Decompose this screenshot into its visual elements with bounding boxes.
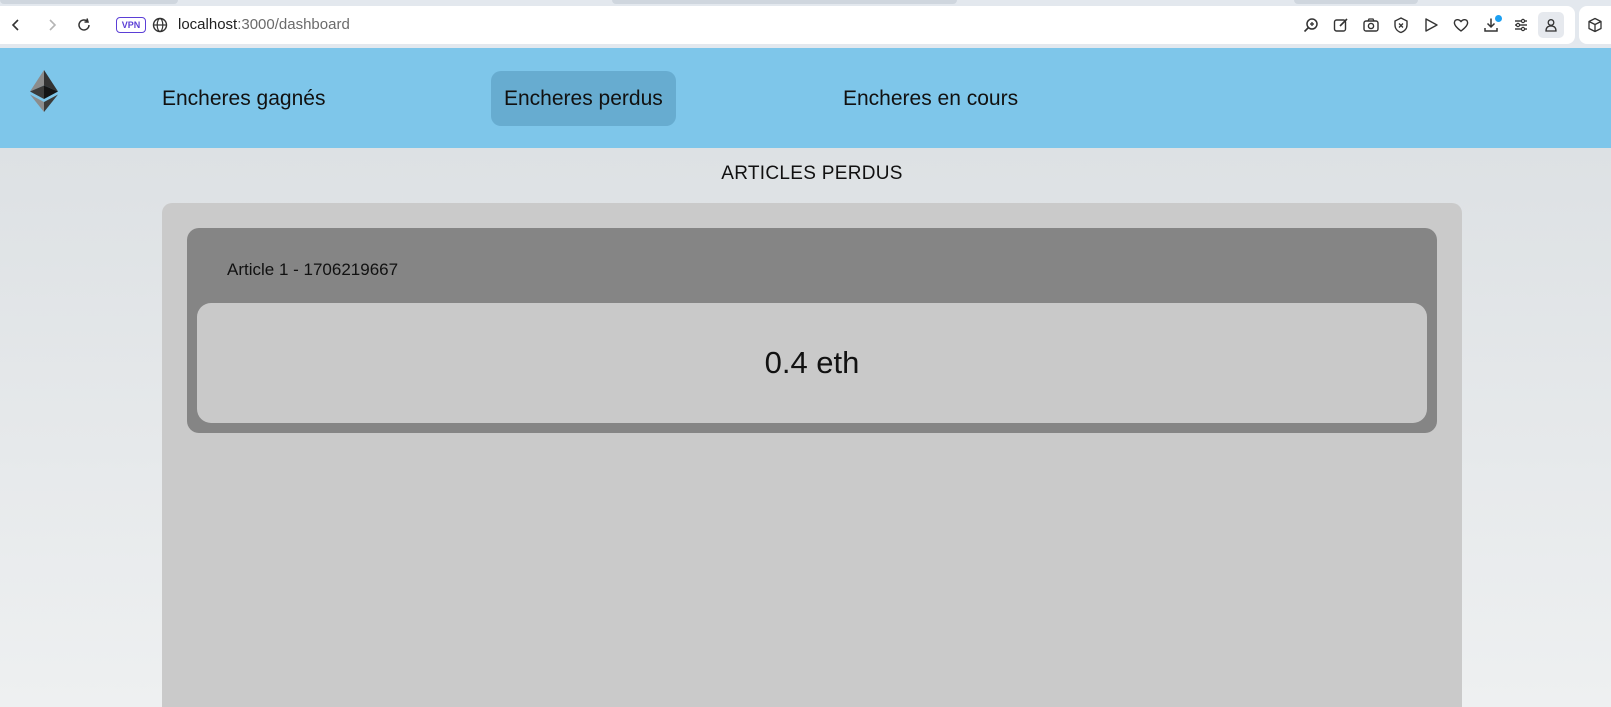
nav-link-lost-auctions[interactable]: Encheres perdus (491, 71, 676, 126)
url-host: localhost (178, 16, 238, 33)
vpn-badge[interactable]: VPN (116, 17, 146, 33)
extension-cube-icon[interactable] (1585, 15, 1605, 35)
tab-strip-hint (1294, 0, 1418, 4)
article-card[interactable]: Article 1 - 1706219667 0.4 eth (187, 228, 1437, 433)
tab-strip-hint (612, 0, 957, 4)
send-icon[interactable] (1421, 15, 1441, 35)
address-bar[interactable]: VPN localhost:3000/dashboard (0, 6, 1575, 44)
sliders-icon[interactable] (1511, 15, 1531, 35)
back-icon[interactable] (6, 15, 26, 35)
page-title: ARTICLES PERDUS (721, 163, 903, 184)
reload-icon[interactable] (74, 15, 94, 35)
edit-icon[interactable] (1331, 15, 1351, 35)
nav-link-ongoing-auctions[interactable]: Encheres en cours (830, 71, 1031, 126)
shield-x-icon[interactable] (1391, 15, 1411, 35)
url-path: :3000/dashboard (237, 16, 350, 33)
tab-strip-hint (0, 0, 178, 4)
url-text[interactable]: localhost:3000/dashboard (178, 15, 350, 35)
forward-icon[interactable] (42, 15, 62, 35)
articles-panel: Article 1 - 1706219667 0.4 eth (162, 203, 1462, 707)
extensions-area (1579, 6, 1611, 44)
download-badge-dot (1495, 15, 1502, 22)
heart-icon[interactable] (1451, 15, 1471, 35)
nav-link-won-auctions[interactable]: Encheres gagnés (149, 71, 338, 126)
article-title: Article 1 - 1706219667 (227, 260, 399, 279)
globe-icon[interactable] (151, 16, 169, 34)
profile-icon[interactable] (1538, 12, 1564, 38)
camera-icon[interactable] (1361, 15, 1381, 35)
article-price-box: 0.4 eth (197, 303, 1427, 423)
ethereum-logo-icon[interactable] (30, 70, 58, 112)
article-price: 0.4 eth (764, 345, 860, 380)
browser-toolbar: VPN localhost:3000/dashboard (0, 0, 1611, 48)
zoom-icon[interactable] (1301, 15, 1321, 35)
app-navbar: Encheres gagnés Encheres perdus Encheres… (0, 48, 1611, 148)
